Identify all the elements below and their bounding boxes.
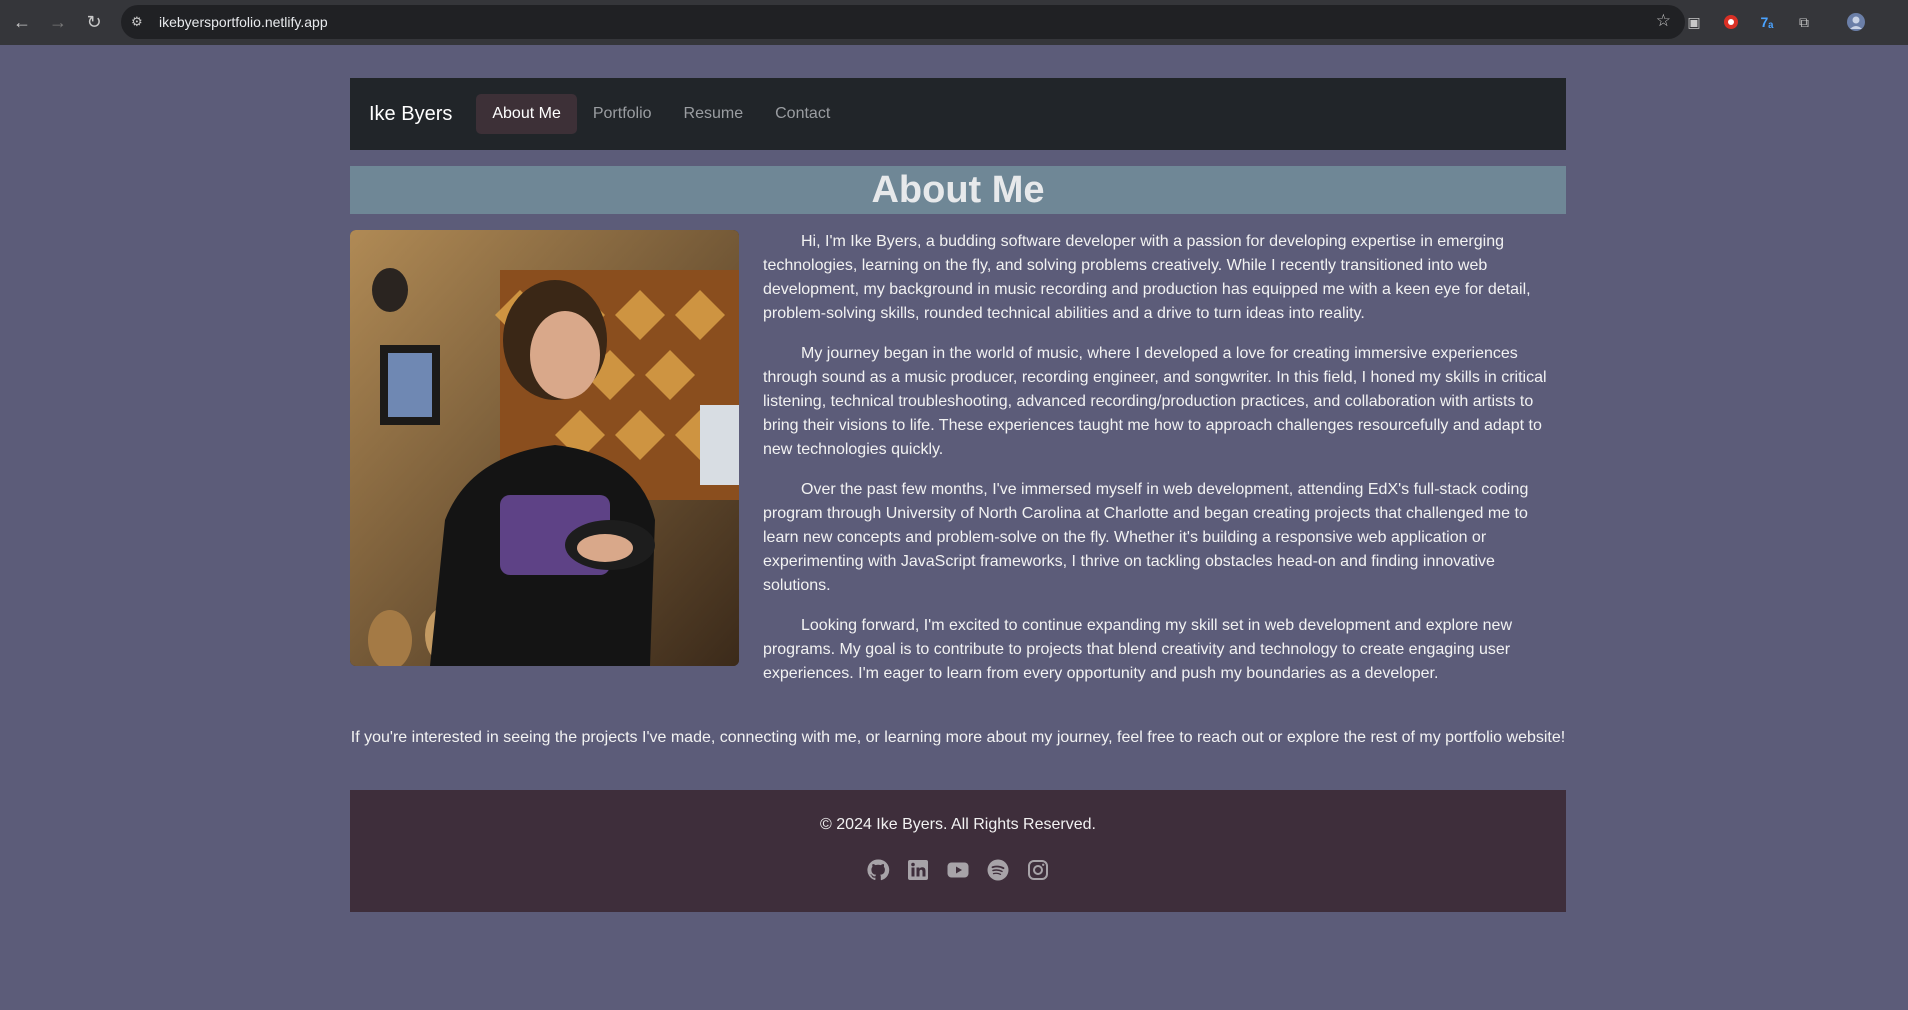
about-paragraph: Over the past few months, I've immersed … [763,481,1529,594]
github-icon[interactable] [866,858,890,882]
linkedin-icon[interactable] [906,858,930,882]
profile-avatar[interactable] [1845,11,1867,33]
browser-toolbar: ← → ↻ ⚙ ikebyersportfolio.netlify.app ☆ … [0,0,1908,45]
call-to-action: If you're interested in seeing the proje… [350,729,1566,746]
extension-icon[interactable]: ▣ [1683,11,1705,33]
site-info-icon[interactable]: ⚙ [131,14,153,30]
spotify-icon[interactable] [986,858,1010,882]
nav-link-about-me[interactable]: About Me [476,94,577,134]
nav-link-portfolio[interactable]: Portfolio [577,94,668,134]
forward-icon[interactable]: → [40,4,76,40]
nav-links: About Me Portfolio Resume Contact [476,94,846,134]
site-navbar: Ike Byers About Me Portfolio Resume Cont… [350,78,1566,150]
instagram-icon[interactable] [1026,858,1050,882]
page-title: About Me [871,168,1045,211]
youtube-icon[interactable] [946,858,970,882]
extensions-puzzle-icon[interactable]: ⧉ [1793,11,1815,33]
copyright-text: © 2024 Ike Byers. All Rights Reserved. [820,816,1096,833]
extension-icon[interactable]: 7ₐ [1756,11,1778,33]
site-footer: © 2024 Ike Byers. All Rights Reserved. [350,790,1566,912]
profile-photo [350,230,739,666]
nav-link-contact[interactable]: Contact [759,94,846,134]
back-icon[interactable]: ← [4,4,40,40]
nav-link-resume[interactable]: Resume [668,94,760,134]
social-links [350,858,1566,882]
about-paragraph: My journey began in the world of music, … [763,345,1547,458]
page-heading-bar: About Me [350,166,1566,214]
address-bar[interactable]: ⚙ ikebyersportfolio.netlify.app ☆ [121,5,1685,39]
about-text: Hi, I'm Ike Byers, a budding software de… [763,230,1566,702]
url-text[interactable]: ikebyersportfolio.netlify.app [159,14,328,30]
bookmark-star-icon[interactable]: ☆ [1656,11,1671,31]
extension-icon[interactable] [1720,11,1742,33]
about-paragraph: Hi, I'm Ike Byers, a budding software de… [763,233,1531,322]
reload-icon[interactable]: ↻ [76,4,112,40]
brand-link[interactable]: Ike Byers [369,103,452,126]
about-paragraph: Looking forward, I'm excited to continue… [763,617,1513,682]
